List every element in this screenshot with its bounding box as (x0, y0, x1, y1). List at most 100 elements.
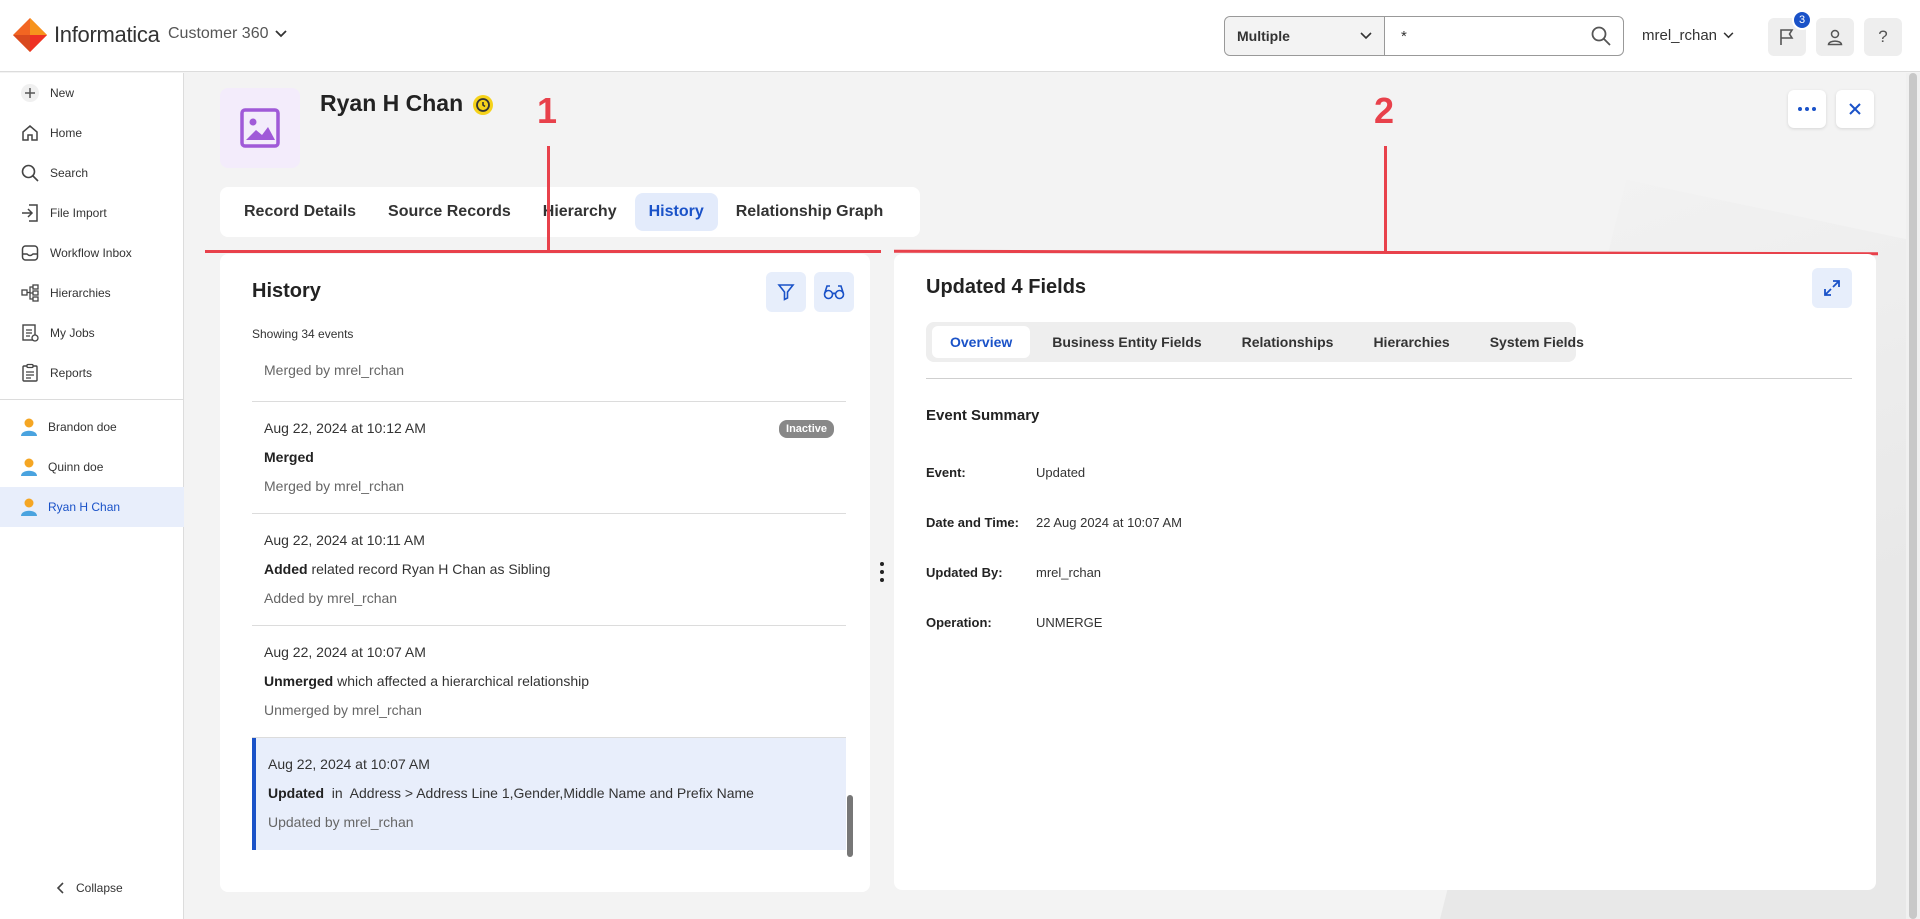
tab-hierarchies[interactable]: Hierarchies (1355, 326, 1467, 358)
event-description: Added related record Ryan H Chan as Sibl… (264, 561, 550, 577)
app-switcher-label: Customer 360 (168, 25, 269, 42)
tab-source-records[interactable]: Source Records (374, 193, 525, 231)
search-icon[interactable] (1591, 26, 1611, 46)
history-event[interactable]: Aug 22, 2024 at 10:12 AM Inactive Merged… (252, 402, 846, 514)
glasses-icon (823, 285, 845, 300)
tab-history[interactable]: History (634, 193, 718, 231)
expand-button[interactable] (1812, 268, 1852, 308)
recent-record-brandon-doe[interactable]: Brandon doe (0, 407, 184, 447)
event-action: Added (264, 561, 308, 577)
profile-button[interactable] (1816, 18, 1854, 56)
record-image-placeholder (220, 88, 300, 168)
sidebar-item-reports[interactable]: Reports (0, 353, 184, 393)
sidebar-item-workflow-inbox[interactable]: Workflow Inbox (0, 233, 184, 273)
person-icon (21, 458, 37, 476)
sidebar-divider (0, 399, 184, 400)
tab-system-fields[interactable]: System Fields (1472, 326, 1602, 358)
sidebar-item-label: New (50, 86, 75, 100)
user-name: mrel_rchan (1642, 27, 1718, 44)
event-action: Updated (268, 785, 324, 801)
person-icon (21, 418, 37, 436)
event-description: Unmerged which affected a hierarchical r… (264, 673, 589, 689)
history-panel: History Showing 34 events Merged by mrel… (220, 254, 870, 892)
recent-record-ryan-h-chan[interactable]: Ryan H Chan (0, 487, 184, 527)
home-icon (22, 125, 38, 141)
history-event-selected[interactable]: Aug 22, 2024 at 10:07 AM Updated in Addr… (252, 738, 846, 850)
close-button[interactable] (1836, 90, 1874, 128)
tab-business-entity-fields[interactable]: Business Entity Fields (1034, 326, 1219, 358)
sidebar: New Home Search File Import Workflow Inb… (0, 73, 184, 919)
inbox-icon (21, 245, 39, 261)
person-icon (21, 498, 37, 516)
recent-record-quinn-doe[interactable]: Quinn doe (0, 447, 184, 487)
search-scope-select[interactable]: Multiple (1225, 17, 1385, 55)
sidebar-item-hierarchies[interactable]: Hierarchies (0, 273, 184, 313)
jobs-icon (22, 324, 39, 342)
event-detail: related record Ryan H Chan as Sibling (307, 561, 551, 577)
field-label-updated-by: Updated By: (926, 565, 1003, 580)
record-status-icon (472, 94, 494, 119)
annotation-line (205, 250, 881, 253)
event-author: Merged by mrel_rchan (264, 362, 405, 378)
event-detail-title: Updated 4 Fields (926, 276, 1087, 298)
history-event[interactable]: Aug 22, 2024 at 10:07 AM Unmerged which … (252, 626, 846, 738)
event-action: Unmerged (264, 673, 334, 689)
sidebar-item-my-jobs[interactable]: My Jobs (0, 313, 184, 353)
flag-icon (1780, 29, 1794, 45)
sidebar-item-search[interactable]: Search (0, 153, 184, 193)
help-button[interactable]: ? (1864, 18, 1902, 56)
tab-relationship-graph[interactable]: Relationship Graph (722, 193, 898, 231)
event-author: Updated by mrel_rchan (268, 814, 414, 830)
collapse-sidebar-button[interactable]: Collapse (56, 881, 123, 895)
event-timestamp: Aug 22, 2024 at 10:11 AM (264, 532, 425, 548)
field-value-date-time: 22 Aug 2024 at 10:07 AM (1036, 515, 1183, 530)
annotation-line (547, 146, 550, 250)
tab-record-details[interactable]: Record Details (230, 193, 370, 231)
app-switcher[interactable]: Customer 360 (168, 25, 287, 43)
sidebar-item-new[interactable]: New (0, 73, 184, 113)
event-author: Added by mrel_rchan (264, 590, 398, 606)
tab-overview[interactable]: Overview (932, 326, 1031, 358)
plus-icon (21, 84, 39, 102)
view-options-button[interactable] (814, 272, 854, 312)
brand-name: Informatica (54, 22, 160, 47)
sidebar-item-label: Home (50, 126, 83, 140)
panel-resize-handle[interactable] (879, 562, 885, 582)
user-menu[interactable]: mrel_rchan (1642, 27, 1734, 44)
annotation-number: 1 (537, 90, 558, 131)
search-input[interactable]: * (1385, 17, 1623, 55)
history-event[interactable]: Merged by mrel_rchan (252, 354, 846, 402)
field-value-operation: UNMERGE (1036, 615, 1103, 630)
collapse-label: Collapse (76, 881, 123, 895)
detail-tabs: Overview Business Entity Fields Relation… (926, 322, 1584, 362)
more-horizontal-icon (1798, 107, 1816, 111)
sidebar-item-label: Reports (50, 366, 93, 380)
history-scrollbar[interactable] (847, 795, 853, 857)
field-value-updated-by: mrel_rchan (1036, 565, 1102, 580)
notifications-button[interactable]: 3 (1768, 10, 1812, 56)
help-icon: ? (1878, 27, 1888, 46)
tab-relationships[interactable]: Relationships (1224, 326, 1352, 358)
file-import-icon (22, 204, 38, 222)
more-actions-button[interactable] (1788, 90, 1826, 128)
page-scrollbar[interactable] (1906, 73, 1920, 919)
tab-hierarchy[interactable]: Hierarchy (529, 193, 631, 231)
chevron-down-icon (1723, 32, 1734, 39)
filter-button[interactable] (766, 272, 806, 312)
sidebar-item-label: Hierarchies (50, 286, 111, 300)
search-scope-value: Multiple (1237, 28, 1290, 44)
search-icon (21, 164, 39, 182)
event-timestamp: Aug 22, 2024 at 10:07 AM (268, 756, 430, 772)
sidebar-item-file-import[interactable]: File Import (0, 193, 184, 233)
close-icon (1849, 103, 1861, 115)
sidebar-item-home[interactable]: Home (0, 113, 184, 153)
sidebar-item-label: Workflow Inbox (50, 246, 132, 260)
informatica-logo[interactable]: Informatica (12, 17, 160, 53)
sidebar-item-label: File Import (50, 206, 107, 220)
history-event[interactable]: Aug 22, 2024 at 10:11 AM Added related r… (252, 514, 846, 626)
page-scrollbar-thumb[interactable] (1909, 73, 1917, 919)
detail-divider (926, 378, 1852, 379)
event-detail-panel: Updated 4 Fields Overview Business Entit… (894, 254, 1876, 890)
global-search: Multiple * (1224, 16, 1624, 56)
event-detail: in Address > Address Line 1,Gender,Middl… (324, 785, 754, 801)
